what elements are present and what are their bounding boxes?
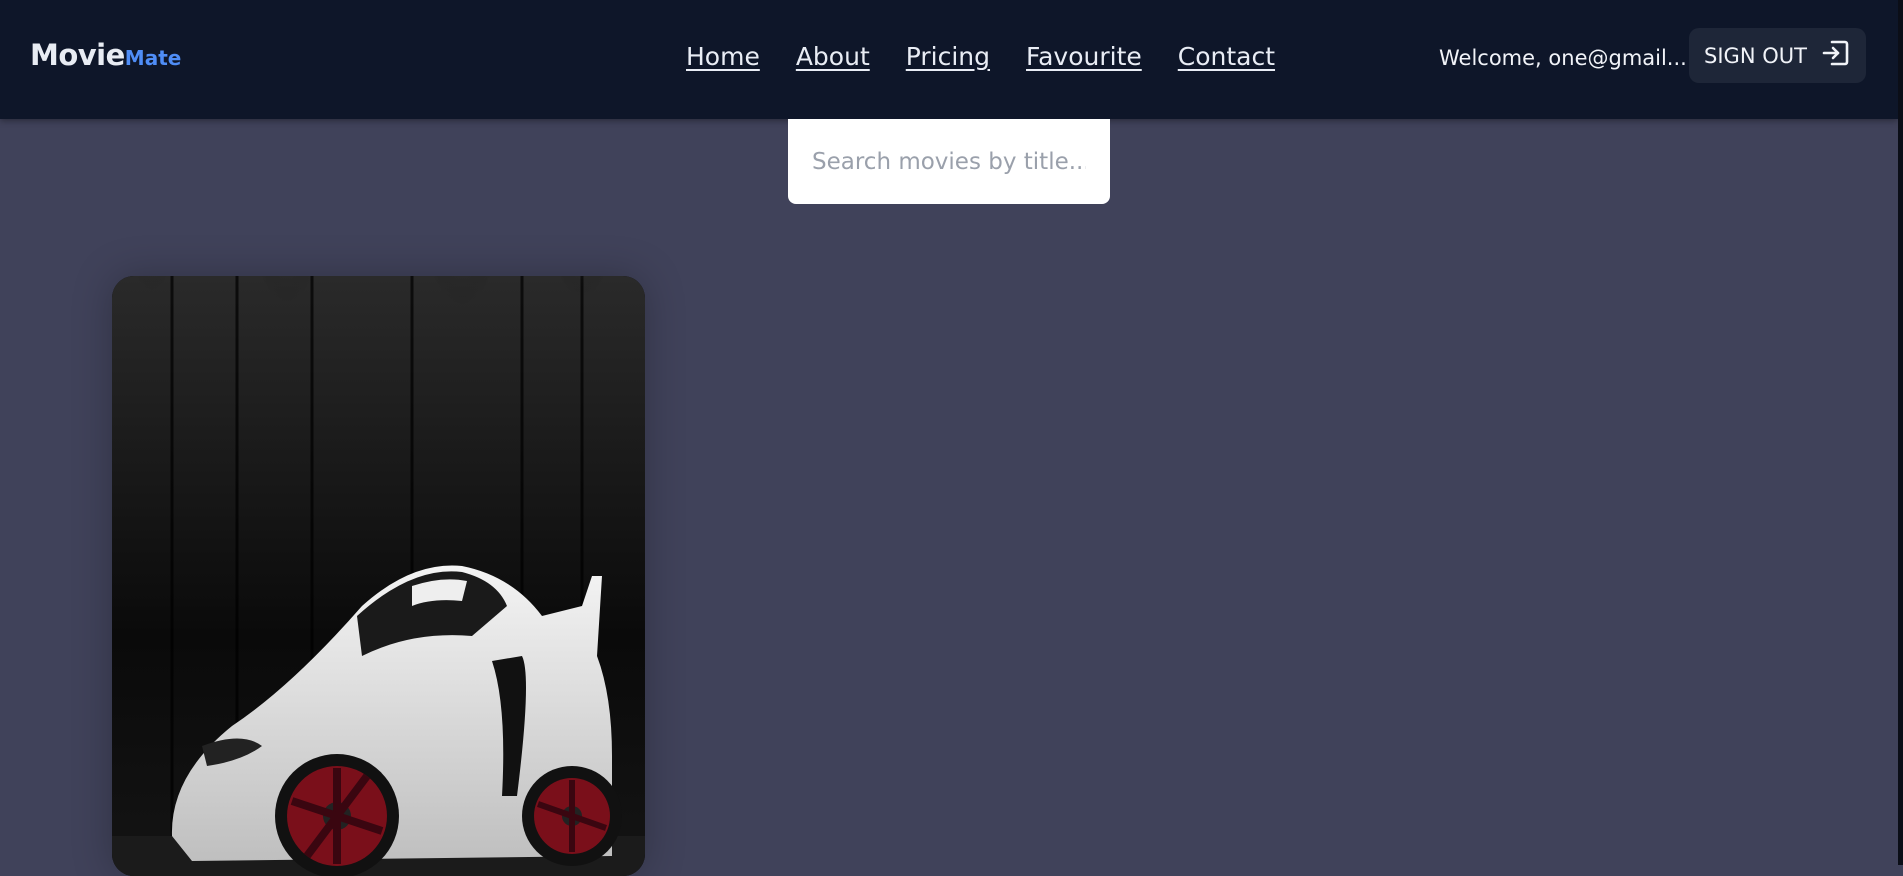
main-nav: Home About Pricing Favourite Contact [686,42,1311,71]
nav-link-home[interactable]: Home [686,42,760,71]
search-box [788,119,1110,204]
nav-link-about[interactable]: About [796,42,870,71]
nav-link-favourite[interactable]: Favourite [1026,42,1142,71]
nav-link-pricing[interactable]: Pricing [906,42,990,71]
movie-card[interactable] [112,276,645,876]
page-scrollbar[interactable] [1898,0,1903,865]
brand-name: Movie [30,38,125,72]
brand-logo[interactable]: MovieMate [30,38,181,72]
brand-accent: Mate [124,46,182,70]
search-input[interactable] [788,119,1110,204]
sign-out-label: SIGN OUT [1704,43,1807,68]
top-navbar: MovieMate Home About Pricing Favourite C… [0,0,1898,119]
nav-link-contact[interactable]: Contact [1178,42,1275,71]
movie-poster-image [112,276,645,876]
sign-out-button[interactable]: SIGN OUT [1689,28,1866,83]
welcome-text: Welcome, one@gmail.... [1439,46,1694,70]
sign-out-icon [1821,38,1851,73]
